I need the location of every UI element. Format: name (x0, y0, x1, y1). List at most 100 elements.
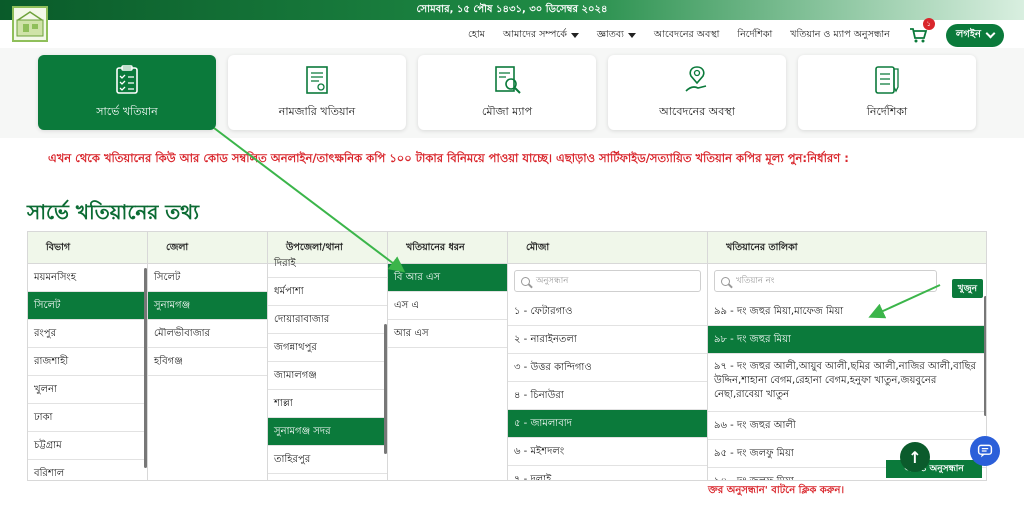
list-item[interactable]: শাল্লা (268, 390, 387, 418)
clipboard-checklist-icon (116, 65, 138, 94)
column-mouza: মৌজা অনুসন্ধান ১ - ফেটারগাও ২ - নারাইনতল… (508, 232, 708, 480)
list-item[interactable]: ৯৭ - দং জহুর আলী,আয়ুব আলী,ছমির আলী,নাজি… (708, 354, 986, 412)
mouza-search: অনুসন্ধান (508, 270, 707, 292)
tile-survey-khatian-label: সার্ভে খতিয়ান (96, 105, 158, 118)
tile-mutation-khatian[interactable]: নামজারি খতিয়ান (228, 55, 406, 130)
certificate-document-icon (306, 66, 328, 94)
list-item[interactable]: জগন্নাথপুর (268, 334, 387, 362)
site-logo[interactable] (12, 6, 48, 42)
khatian-search-button[interactable]: খুজুন (951, 279, 983, 298)
khatian-search-input[interactable]: খতিয়ান নং (714, 270, 937, 292)
list-item[interactable]: দোয়ারাবাজার (268, 306, 387, 334)
list-item[interactable]: ২ - নারাইনতলা (508, 326, 707, 354)
column-district-header: জেলা (148, 232, 267, 264)
scrollbar[interactable] (144, 268, 147, 468)
list-item-selected[interactable]: বি আর এস (388, 264, 507, 292)
checklist-pen-icon (875, 66, 899, 94)
nav-application-status[interactable]: আবেদনের অবস্থা (654, 28, 719, 43)
nav-about[interactable]: আমাদের সম্পর্কে (503, 28, 579, 43)
mouza-search-placeholder: অনুসন্ধান (536, 276, 569, 286)
date-bar: সোমবার, ১৫ পৌষ ১৪৩১, ৩০ ডিসেম্বর ২০২৪ (0, 0, 1024, 20)
list-item[interactable]: চট্টগ্রাম (28, 432, 147, 460)
list-item[interactable]: ৭ - দলাই (508, 466, 707, 480)
list-item[interactable]: রংপুর (28, 320, 147, 348)
nav-khatian-map-search[interactable]: খতিয়ান ও ম্যাপ অনুসন্ধান (790, 28, 890, 43)
list-item-selected[interactable]: সুনামগঞ্জ সদর (268, 418, 387, 446)
column-khatian-list: খতিয়ানের তালিকা খতিয়ান নং খুজুন ৯৯ - দ… (708, 232, 986, 480)
list-item[interactable]: আর এস (388, 320, 507, 348)
list-item[interactable]: ৯৯ - দং জহুর মিয়া,মাফেজ মিয়া (708, 298, 986, 326)
khatian-search-placeholder: খতিয়ান নং (736, 276, 775, 286)
tile-application-status[interactable]: আবেদনের অবস্থা (608, 55, 786, 130)
list-item[interactable]: এস এ (388, 292, 507, 320)
search-icon (521, 276, 530, 286)
chevron-down-icon (570, 32, 579, 38)
list-item[interactable]: রাজশাহী (28, 348, 147, 376)
list-item[interactable]: বরিশাল (28, 460, 147, 480)
hint-text: ক্তর অনুসন্ধান' বাটনে ক্লিক করুন। (708, 485, 845, 496)
column-khatian-list-header: খতিয়ানের তালিকা (708, 232, 986, 264)
list-item[interactable]: ঢাকা (28, 404, 147, 432)
list-item[interactable]: ৬ - মইশদলং (508, 438, 707, 466)
chevron-down-icon (627, 32, 636, 38)
nav-info[interactable]: জ্ঞাতব্য (597, 28, 636, 43)
tile-mouza-map[interactable]: মৌজা ম্যাপ (418, 55, 596, 130)
column-division: বিভাগ ময়মনসিংহ সিলেট রংপুর রাজশাহী খুলন… (28, 232, 148, 480)
scroll-to-top-button[interactable]: ↑ (900, 442, 930, 472)
nav-home-label: হোম (468, 28, 485, 40)
list-item[interactable]: ময়মনসিংহ (28, 264, 147, 292)
column-division-header: বিভাগ (28, 232, 147, 264)
list-item[interactable]: ৯৬ - দং জহুর আলী (708, 412, 986, 440)
date-text: সোমবার, ১৫ পৌষ ১৪৩১, ৩০ ডিসেম্বর ২০২৪ (416, 4, 608, 15)
list-item[interactable]: তাহিরপুর (268, 446, 387, 474)
column-district: জেলা সিলেট সুনামগঞ্জ মৌলভীবাজার হবিগঞ্জ (148, 232, 268, 480)
list-item[interactable]: মৌলভীবাজার (148, 320, 267, 348)
tile-guideline[interactable]: নির্দেশিকা (798, 55, 976, 130)
tile-mouza-map-label: মৌজা ম্যাপ (481, 105, 533, 118)
nav-search-label: খতিয়ান ও ম্যাপ অনুসন্ধান (790, 28, 890, 40)
mouza-search-input[interactable]: অনুসন্ধান (514, 270, 701, 292)
nav-about-label: আমাদের সম্পর্কে (502, 28, 567, 40)
section-title: সার্ভে খতিয়ানের তথ্য (27, 200, 200, 224)
hand-location-icon (685, 66, 707, 92)
nav-guideline[interactable]: নির্দেশিকা (737, 28, 772, 43)
list-item[interactable]: খুলনা (28, 376, 147, 404)
list-item[interactable]: ধর্মপাশা (268, 278, 387, 306)
tile-survey-khatian[interactable]: সার্ভে খতিয়ান (38, 55, 216, 130)
chat-icon (977, 444, 993, 458)
cart-button[interactable]: ১ (908, 18, 935, 45)
scrollbar[interactable] (384, 324, 387, 454)
nav-home[interactable]: হোম (468, 28, 485, 43)
list-item[interactable]: ৪ - চিনাউরা (508, 382, 707, 410)
list-item[interactable]: ৩ - উত্তর কান্দিগাও (508, 354, 707, 382)
login-label: লগইন (955, 28, 981, 40)
column-upazila: উপজেলা/থানা দিরাই ধর্মপাশা দোয়ারাবাজার … (268, 232, 388, 480)
column-khatian-type-header: খতিয়ানের ধরন (388, 232, 507, 264)
chevron-down-icon (985, 28, 996, 38)
chat-button[interactable] (970, 436, 1000, 466)
map-search-icon (495, 66, 521, 94)
list-item[interactable]: ১ - ফেটারগাও (508, 298, 707, 326)
notice-marquee: এখন থেকে খতিয়ানের কিউ আর কোড সম্বলিত অন… (48, 151, 849, 165)
list-item-selected[interactable]: সিলেট (28, 292, 147, 320)
nav-guideline-label: নির্দেশিকা (737, 28, 773, 40)
list-item-selected[interactable]: ৯৮ - দং জহুর মিয়া (708, 326, 986, 354)
main-nav: হোম আমাদের সম্পর্কে জ্ঞাতব্য আবেদনের অবস… (468, 18, 1004, 47)
search-icon (721, 276, 730, 286)
list-item[interactable]: সিলেট (148, 264, 267, 292)
arrow-up-icon: ↑ (908, 447, 922, 467)
cart-count-badge: ১ (922, 18, 935, 30)
list-item[interactable]: জামালগঞ্জ (268, 362, 387, 390)
logo-icon (16, 11, 44, 37)
nav-status-label: আবেদনের অবস্থা (653, 28, 720, 40)
khatian-search: খতিয়ান নং খুজুন (708, 270, 986, 298)
list-item-selected[interactable]: ৫ - জামলাবাদ (508, 410, 707, 438)
scrollbar[interactable] (984, 296, 986, 416)
tile-guideline-label: নির্দেশিকা (866, 105, 908, 118)
khatian-selector-grid: বিভাগ ময়মনসিংহ সিলেট রংপুর রাজশাহী খুলন… (27, 231, 987, 481)
column-mouza-header: মৌজা (508, 232, 707, 264)
list-item[interactable]: হবিগঞ্জ (148, 348, 267, 376)
nav-info-label: জ্ঞাতব্য (596, 28, 624, 40)
list-item-selected[interactable]: সুনামগঞ্জ (148, 292, 267, 320)
login-button[interactable]: লগইন (945, 23, 1004, 47)
